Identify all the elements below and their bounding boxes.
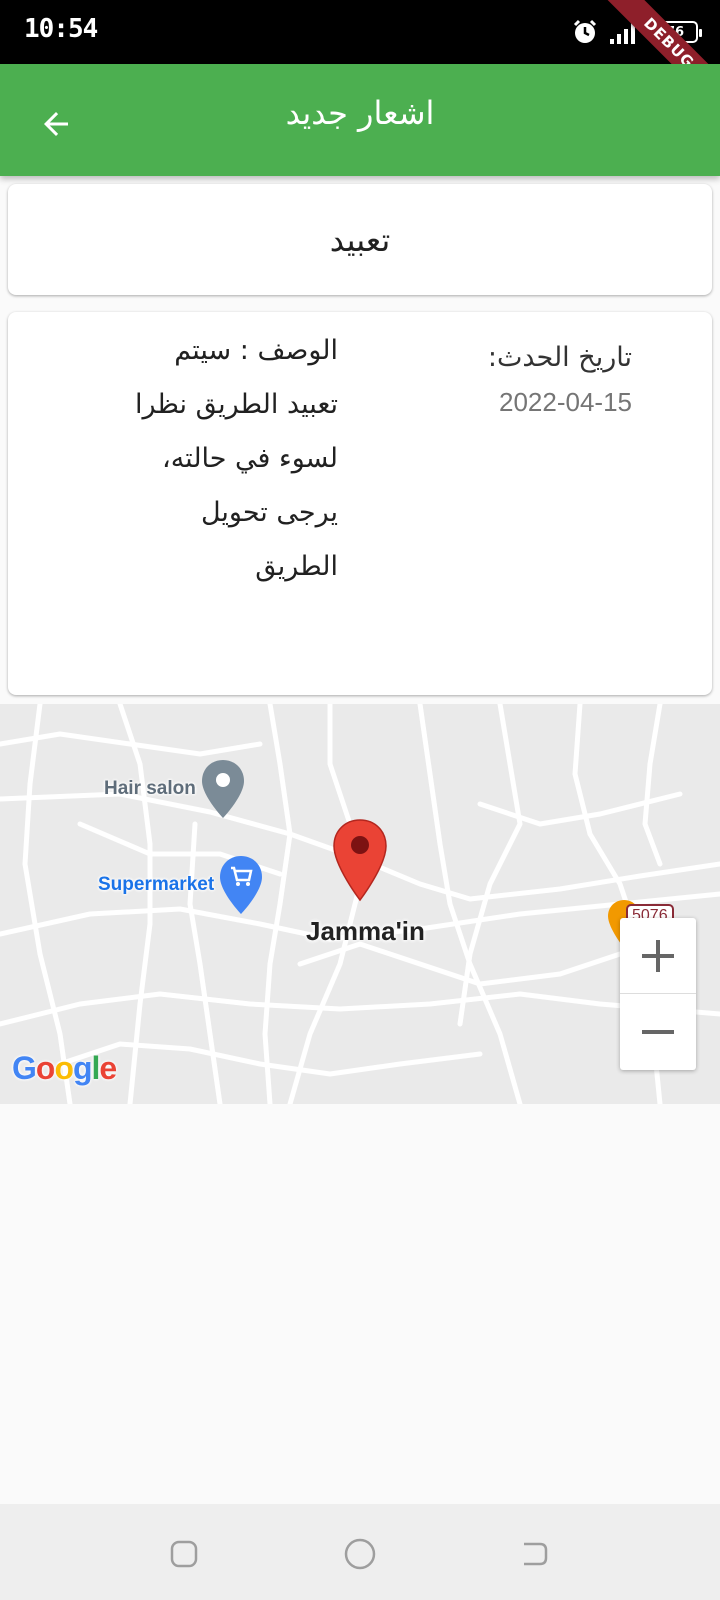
- map-pin-icon: [201, 760, 244, 818]
- event-date-value: 2022-04-15: [499, 387, 632, 417]
- minus-icon: [642, 1029, 674, 1034]
- system-navigation-bar: [0, 1504, 720, 1600]
- location-marker-icon[interactable]: [332, 818, 388, 902]
- poi-hair-salon[interactable]: Hair salon: [104, 760, 244, 818]
- app-bar: اشعار جديد: [0, 64, 720, 176]
- status-bar: 10:54 76 DEBUG: [0, 0, 720, 64]
- map-view[interactable]: Hair salon Supermarket Jamma'in 5076 Goo…: [0, 704, 720, 1104]
- notification-description: الوصف : سيتم تعبيد الطريق نظرا لسوء في ح…: [134, 335, 338, 582]
- zoom-out-button[interactable]: [620, 994, 696, 1069]
- notification-details-card: تاريخ الحدث: 2022-04-15 الوصف : سيتم تعب…: [8, 312, 712, 695]
- shopping-cart-icon: [220, 856, 263, 914]
- home-icon[interactable]: [340, 1534, 380, 1574]
- google-logo: Google: [12, 1050, 117, 1086]
- back-icon[interactable]: [514, 1534, 554, 1574]
- notification-title: تعبيد: [329, 220, 391, 259]
- back-button[interactable]: [24, 92, 88, 156]
- event-date-label: تاريخ الحدث:: [487, 342, 632, 373]
- recent-apps-icon[interactable]: [164, 1534, 204, 1574]
- arrow-back-icon: [44, 112, 68, 136]
- poi-hair-salon-label: Hair salon: [104, 778, 196, 799]
- page-title: اشعار جديد: [285, 94, 435, 132]
- place-label: Jamma'in: [306, 916, 425, 946]
- alarm-icon: [573, 19, 597, 43]
- status-time: 10:54: [24, 14, 98, 44]
- poi-supermarket[interactable]: Supermarket: [98, 856, 263, 914]
- zoom-controls: [620, 918, 696, 1070]
- poi-supermarket-label: Supermarket: [98, 874, 215, 895]
- plus-icon: [642, 939, 674, 972]
- notification-title-card: تعبيد: [8, 184, 712, 295]
- event-date-section: تاريخ الحدث: 2022-04-15: [412, 342, 632, 418]
- zoom-in-button[interactable]: [620, 918, 696, 993]
